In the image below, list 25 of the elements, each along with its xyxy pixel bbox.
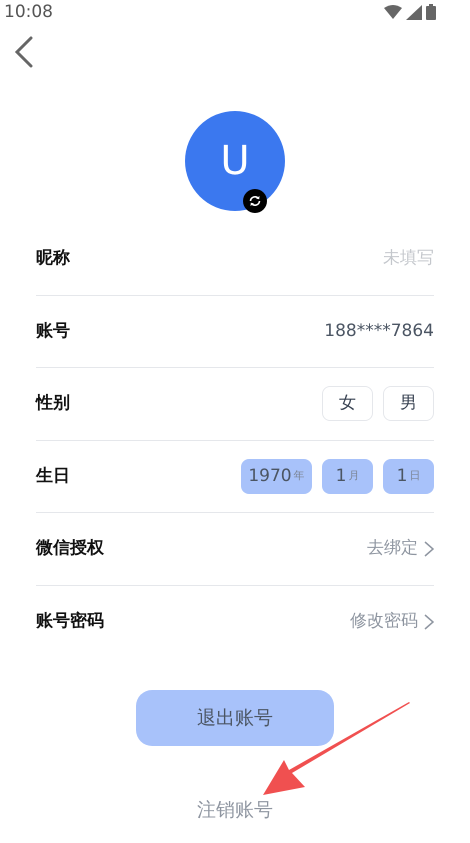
logout-button[interactable]: 退出账号 bbox=[136, 690, 334, 746]
link-button[interactable]: 修改密码 bbox=[350, 609, 434, 634]
status-time: 10:08 bbox=[4, 4, 53, 20]
refresh-icon[interactable] bbox=[243, 189, 267, 213]
chevron-right-icon bbox=[424, 614, 434, 630]
field-label: 性别 bbox=[36, 392, 70, 415]
field-label: 账号 bbox=[36, 320, 70, 342]
wifi-icon bbox=[384, 5, 402, 19]
link-button[interactable]: 去绑定 bbox=[367, 536, 434, 562]
user-avatar[interactable]: U bbox=[185, 111, 285, 211]
chevron-right-icon bbox=[424, 540, 434, 557]
placeholder-text: 未填写 bbox=[383, 247, 434, 270]
delete-account-link[interactable]: 注销账号 bbox=[197, 796, 273, 824]
signal-icon bbox=[406, 4, 422, 20]
field-value: 188****7864 bbox=[324, 320, 434, 342]
date-chip[interactable]: 1 日 bbox=[383, 458, 434, 494]
field-label: 账号密码 bbox=[36, 610, 104, 633]
date-chip[interactable]: 1 月 bbox=[322, 458, 373, 494]
gender-option[interactable]: 男 bbox=[383, 386, 434, 422]
field-label: 昵称 bbox=[36, 247, 70, 270]
battery-icon bbox=[426, 4, 436, 20]
gender-option[interactable]: 女 bbox=[322, 386, 373, 422]
field-label: 微信授权 bbox=[36, 537, 104, 560]
date-chip[interactable]: 1970 年 bbox=[241, 458, 312, 494]
field-label: 生日 bbox=[36, 464, 70, 488]
